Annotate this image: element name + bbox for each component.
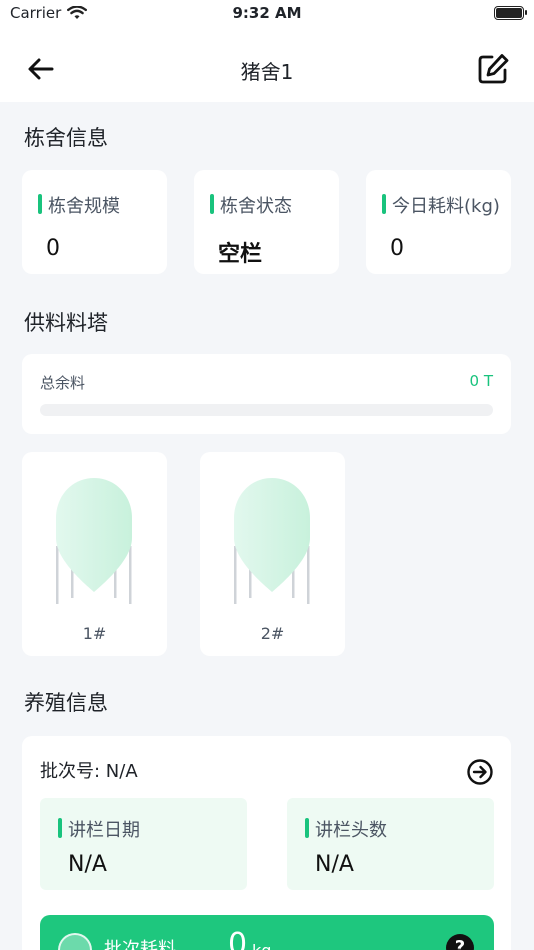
total-feed-label: 总余料 <box>40 374 86 392</box>
batch-consumption-label: 批次耗料 <box>104 939 176 950</box>
batch-number: 批次号: N/A <box>40 761 138 782</box>
entry-date-value: N/A <box>68 852 107 877</box>
batch-consumption-value: 0 <box>228 927 248 950</box>
arrow-circle-right-icon[interactable] <box>466 758 494 786</box>
status-time: 9:32 AM <box>232 4 302 22</box>
stat-label: 栋舍状态 <box>210 192 292 218</box>
section-title-building: 栋舍信息 <box>24 126 108 150</box>
tower-icon <box>234 478 310 604</box>
tower-label: 2# <box>260 624 285 643</box>
total-feed-value: 0 T <box>469 372 493 390</box>
battery-icon <box>494 6 527 20</box>
stat-card-consumption: 今日耗料(kg) 0 <box>366 170 511 274</box>
entry-count-card: 讲栏头数 N/A <box>287 798 494 890</box>
section-title-breeding: 养殖信息 <box>24 691 108 715</box>
header-area: Carrier 9:32 AM 猪舍1 <box>0 0 534 102</box>
stat-value: 0 <box>46 236 60 261</box>
stat-label: 今日耗料(kg) <box>382 192 500 218</box>
tower-card-2[interactable]: 2# <box>200 452 345 656</box>
page-title: 猪舍1 <box>240 60 294 84</box>
entry-count-label: 讲栏头数 <box>305 816 387 842</box>
help-icon[interactable]: ? <box>446 934 474 950</box>
entry-count-value: N/A <box>315 852 354 877</box>
total-feed-progress <box>40 404 493 416</box>
section-title-feed-tower: 供料料塔 <box>24 311 108 335</box>
status-bar: Carrier 9:32 AM <box>0 0 534 28</box>
clock-icon <box>58 933 92 950</box>
stat-label: 栋舍规模 <box>38 192 120 218</box>
edit-icon[interactable] <box>476 52 510 86</box>
batch-consumption-unit: kg <box>252 941 271 950</box>
total-feed-card: 总余料 0 T <box>22 354 511 434</box>
stat-value: 0 <box>390 236 404 261</box>
batch-consumption-bar[interactable]: 批次耗料 0 kg ? <box>40 915 494 950</box>
entry-date-label: 讲栏日期 <box>58 816 140 842</box>
tower-card-1[interactable]: 1# <box>22 452 167 656</box>
nav-bar: 猪舍1 <box>0 40 534 98</box>
tower-label: 1# <box>82 624 107 643</box>
entry-date-card: 讲栏日期 N/A <box>40 798 247 890</box>
tower-icon <box>56 478 132 604</box>
stat-card-scale: 栋舍规模 0 <box>22 170 167 274</box>
stat-value: 空栏 <box>218 242 263 267</box>
stat-card-status: 栋舍状态 空栏 <box>194 170 339 274</box>
